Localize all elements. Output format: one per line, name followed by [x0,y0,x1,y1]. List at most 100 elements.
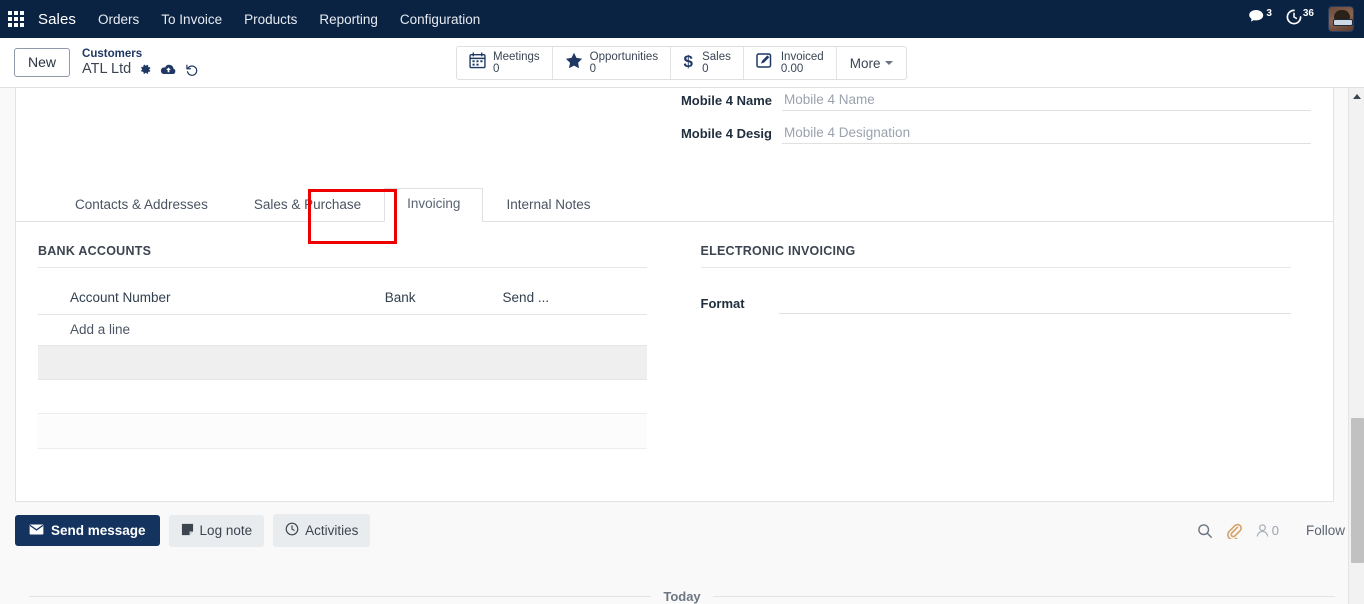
format-field-label: Format [700,296,745,311]
column-send: Send ... [490,282,647,315]
follow-button[interactable]: Follow [1306,523,1345,538]
format-field-value[interactable] [778,294,1291,314]
chevron-down-icon [885,61,894,65]
table-filler-row [38,379,647,414]
clock-activity-icon [1286,9,1302,30]
avatar[interactable] [1328,6,1354,32]
electronic-invoicing-title: ELECTRONIC INVOICING [700,244,1291,268]
envelope-icon [29,523,44,538]
table-filler-row [38,345,647,380]
apps-grid-icon[interactable] [8,11,24,27]
field-mobile4-desig-row: Mobile 4 Desig [676,123,1311,144]
pencil-square-icon [756,52,774,74]
bank-accounts-title: BANK ACCOUNTS [38,244,647,268]
bank-accounts-group: BANK ACCOUNTS Account Number Bank Send .… [38,244,675,449]
chat-bubble-icon [1248,9,1265,29]
form-fields-top: Mobile 4 Name Mobile 4 Desig [16,88,1333,156]
activities-button-chatter[interactable]: Activities [273,514,371,547]
new-button[interactable]: New [14,48,71,77]
separator-line-left [29,596,652,597]
add-a-line-link[interactable]: Add a line [38,314,647,346]
stat-button-sales[interactable]: $ Sales 0 [671,47,744,79]
log-note-button[interactable]: Log note [168,514,265,547]
stat-label-meetings: Meetings [493,50,540,63]
field-mobile4-name-row: Mobile 4 Name [676,90,1311,111]
messages-count: 3 [1266,7,1272,19]
calendar-icon [469,52,486,74]
tab-panel-invoicing: BANK ACCOUNTS Account Number Bank Send .… [16,222,1333,449]
breadcrumb-parent-customers[interactable]: Customers [82,47,199,61]
field-label-mobile4-name: Mobile 4 Name [680,93,772,108]
nav-brand-sales[interactable]: Sales [38,11,76,28]
activities-button[interactable]: 36 [1286,7,1314,30]
note-icon [181,523,194,539]
followers-count: 0 [1271,523,1279,538]
stat-value-opportunities: 0 [589,63,597,75]
scroll-up-arrow-icon[interactable] [1349,88,1364,104]
field-label-mobile4-desig: Mobile 4 Desig [680,126,772,141]
form-right-column: Mobile 4 Name Mobile 4 Desig [676,90,1333,156]
activities-label: Activities [305,523,359,538]
nav-item-configuration[interactable]: Configuration [400,12,480,27]
log-note-label: Log note [199,523,253,538]
bank-accounts-table: Account Number Bank Send ... Add a line [38,282,647,449]
control-panel: New Customers ATL Ltd Meetings 0 Opportu… [0,38,1364,88]
nav-item-reporting[interactable]: Reporting [319,12,378,27]
nav-item-products[interactable]: Products [244,12,297,27]
discard-undo-icon[interactable] [185,63,199,77]
stat-label-opportunities: Opportunities [589,50,659,63]
column-account-number: Account Number [38,282,373,315]
day-separator: Today [15,589,1349,604]
notebook: Contacts & Addresses Sales & Purchase In… [16,184,1333,449]
form-left-column [16,90,676,156]
scrollbar-thumb[interactable] [1351,418,1364,563]
stat-value-meetings: 0 [493,63,500,75]
navbar-right-group: 3 36 [1248,0,1354,38]
stat-button-opportunities[interactable]: Opportunities 0 [553,47,672,79]
form-scroll-area: Mobile 4 Name Mobile 4 Desig Contacts & … [0,88,1364,604]
electronic-invoicing-group: ELECTRONIC INVOICING Format [675,244,1312,449]
tab-internal-notes[interactable]: Internal Notes [483,189,613,222]
stat-button-more[interactable]: More [837,47,907,79]
format-field-row: Format [700,294,1291,314]
chatter: Send message Log note Activities 0 Follo… [0,502,1364,604]
column-bank: Bank [372,282,491,315]
send-message-label: Send message [51,523,146,538]
stat-button-box: Meetings 0 Opportunities 0 $ Sales 0 Inv… [456,46,908,80]
notebook-tabs: Contacts & Addresses Sales & Purchase In… [16,184,1333,222]
breadcrumb: Customers ATL Ltd [82,47,199,79]
table-header-row: Account Number Bank Send ... [38,282,647,315]
chatter-toolbar: Send message Log note Activities 0 Follo… [15,514,1349,547]
add-a-line-row[interactable]: Add a line [38,314,647,346]
activities-count: 36 [1302,7,1314,19]
followers-button[interactable]: 0 [1255,523,1279,538]
paperclip-icon[interactable] [1226,523,1242,539]
separator-line-right [712,596,1336,597]
stat-label-sales: Sales [702,50,731,63]
day-separator-label: Today [663,589,701,604]
dollar-icon: $ [683,52,695,75]
stat-value-sales: 0 [702,63,709,75]
record-name: ATL Ltd [82,60,132,77]
cloud-upload-icon[interactable] [160,63,177,77]
stat-value-invoiced: 0.00 [780,63,804,75]
send-message-button[interactable]: Send message [15,515,160,546]
tab-contacts-addresses[interactable]: Contacts & Addresses [52,189,231,222]
stat-button-invoiced[interactable]: Invoiced 0.00 [744,47,837,79]
nav-item-to-invoice[interactable]: To Invoice [161,12,222,27]
nav-item-orders[interactable]: Orders [98,12,139,27]
vertical-scrollbar[interactable] [1348,88,1364,604]
tab-sales-purchase[interactable]: Sales & Purchase [231,189,384,222]
tab-invoicing[interactable]: Invoicing [384,188,484,222]
stat-label-invoiced: Invoiced [780,50,824,63]
messages-button[interactable]: 3 [1248,7,1272,29]
more-label: More [849,55,881,71]
stat-button-meetings[interactable]: Meetings 0 [457,47,553,79]
gear-icon[interactable] [139,63,152,76]
field-input-mobile4-name[interactable] [782,90,1311,111]
table-filler-row [38,413,647,449]
search-icon[interactable] [1197,523,1213,539]
svg-text:$: $ [684,52,694,70]
field-input-mobile4-desig[interactable] [782,123,1311,144]
clock-icon [285,522,299,539]
